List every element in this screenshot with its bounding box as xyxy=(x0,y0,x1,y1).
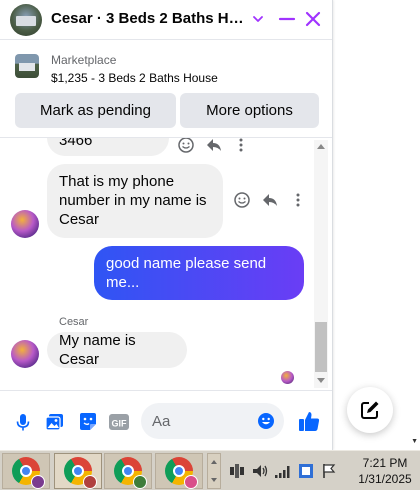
reply-icon[interactable] xyxy=(205,138,223,154)
chat-window: Cesar · 3 Beds 2 Baths House Marketplace… xyxy=(0,0,333,450)
react-emoji-icon[interactable] xyxy=(233,191,251,209)
gif-icon[interactable]: GIF xyxy=(108,411,130,433)
windows-taskbar: 7:21 PM 1/31/2025 xyxy=(0,450,420,490)
listing-price-title[interactable]: $1,235 - 3 Beds 2 Baths House xyxy=(51,71,218,85)
composer-bar: GIF Aa xyxy=(0,390,332,450)
message-bubble[interactable]: (323)605-3466 xyxy=(47,138,169,156)
clock-date: 1/31/2025 xyxy=(358,472,412,486)
emoji-icon[interactable] xyxy=(257,412,275,430)
taskbar-app-chrome[interactable] xyxy=(104,453,152,489)
listing-avatar[interactable] xyxy=(10,4,42,36)
scroll-down-arrow[interactable] xyxy=(317,378,325,383)
scrollbar[interactable] xyxy=(314,140,328,388)
signal-icon[interactable] xyxy=(274,462,292,480)
new-message-button[interactable] xyxy=(347,387,393,433)
taskbar-clock[interactable]: 7:21 PM 1/31/2025 xyxy=(352,455,418,487)
keyboard-language-icon[interactable] xyxy=(297,462,315,480)
listing-panel: Marketplace $1,235 - 3 Beds 2 Baths Hous… xyxy=(0,40,332,138)
chrome-icon xyxy=(12,457,45,489)
listing-source: Marketplace xyxy=(51,53,117,67)
react-emoji-icon[interactable] xyxy=(177,138,195,154)
gif-label: GIF xyxy=(112,419,128,429)
taskbar-app-chrome[interactable] xyxy=(2,453,50,489)
taskbar-scroll-down[interactable] xyxy=(211,478,217,482)
profile-badge xyxy=(83,475,97,489)
more-actions-icon[interactable] xyxy=(289,191,307,209)
scroll-up-arrow[interactable] xyxy=(317,144,325,149)
contact-avatar[interactable] xyxy=(11,210,39,238)
sticker-icon[interactable] xyxy=(77,411,99,433)
message-list: (323)605-3466 That is my phone number in… xyxy=(0,138,332,390)
reply-icon[interactable] xyxy=(261,191,279,209)
taskbar-scroll[interactable] xyxy=(207,453,221,489)
message-input-placeholder: Aa xyxy=(152,412,171,430)
message-bubble[interactable]: My name is Cesar xyxy=(47,332,187,368)
taskbar-app-chrome[interactable] xyxy=(155,453,203,489)
compose-icon xyxy=(361,401,379,419)
background-page: ▼ xyxy=(333,0,420,450)
system-tray xyxy=(228,459,338,483)
scroll-thumb[interactable] xyxy=(315,322,327,372)
listing-thumbnail[interactable] xyxy=(15,54,39,78)
scroll-down-indicator: ▼ xyxy=(411,438,418,445)
contact-avatar[interactable] xyxy=(11,340,39,368)
message-bubble[interactable]: That is my phone number in my name is Ce… xyxy=(47,164,223,238)
chrome-icon xyxy=(64,457,97,489)
profile-badge xyxy=(31,475,45,489)
message-text: good name please send me... xyxy=(106,255,267,291)
chevron-down-icon[interactable] xyxy=(251,12,265,26)
more-actions-icon[interactable] xyxy=(232,138,250,154)
profile-badge xyxy=(133,475,147,489)
microphone-icon[interactable] xyxy=(12,411,34,433)
more-options-button[interactable]: More options xyxy=(180,93,319,128)
seen-receipt-avatar xyxy=(281,371,294,384)
sender-name: Cesar xyxy=(59,316,89,328)
volume-icon[interactable] xyxy=(251,462,269,480)
network-icon[interactable] xyxy=(228,462,246,480)
taskbar-scroll-up[interactable] xyxy=(211,460,217,464)
message-text: My name is Cesar xyxy=(59,332,136,368)
photo-icon[interactable] xyxy=(44,411,66,433)
chat-title[interactable]: Cesar · 3 Beds 2 Baths House xyxy=(51,10,247,27)
minimize-icon[interactable] xyxy=(278,10,296,28)
message-input[interactable]: Aa xyxy=(141,403,284,439)
close-icon[interactable] xyxy=(304,10,322,28)
profile-badge xyxy=(184,475,198,489)
thumbs-up-icon[interactable] xyxy=(297,409,321,433)
message-bubble[interactable]: good name please send me... xyxy=(94,246,304,300)
clock-time: 7:21 PM xyxy=(362,456,408,470)
chat-header[interactable]: Cesar · 3 Beds 2 Baths House xyxy=(0,0,332,40)
message-text: (323)605-3466 xyxy=(59,138,93,149)
chrome-icon xyxy=(114,457,147,489)
message-text: That is my phone number in my name is Ce… xyxy=(59,173,207,228)
chrome-icon xyxy=(165,457,198,489)
taskbar-app-chrome[interactable] xyxy=(54,453,102,489)
mark-as-pending-button[interactable]: Mark as pending xyxy=(15,93,176,128)
notification-flag-icon[interactable] xyxy=(320,462,338,480)
